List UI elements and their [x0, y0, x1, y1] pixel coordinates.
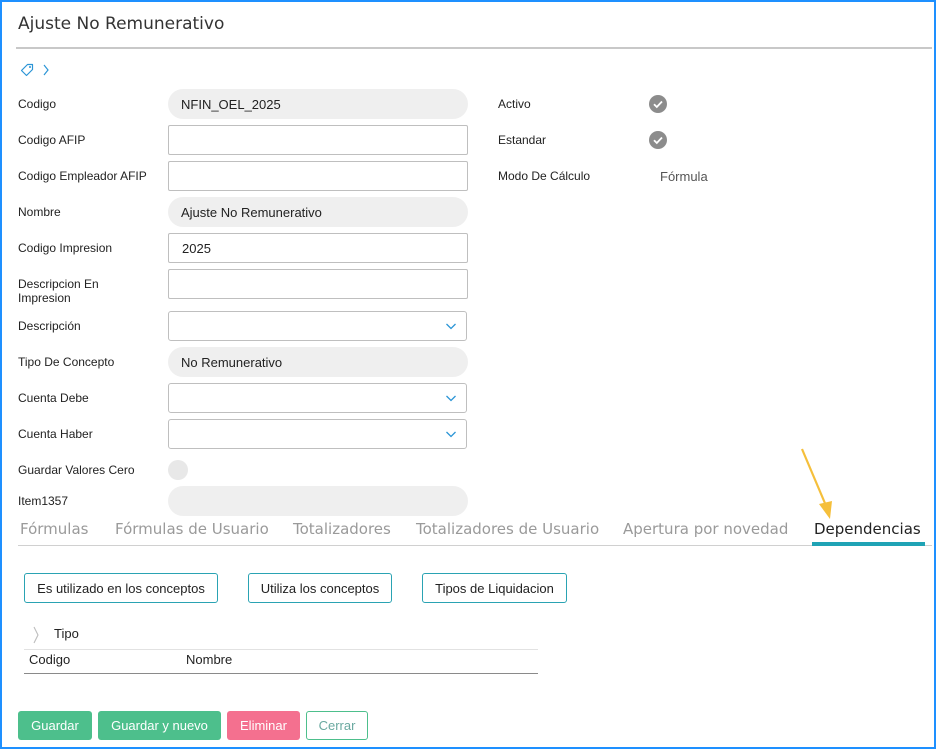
title-divider: [16, 47, 932, 49]
tab-totalizadores[interactable]: Totalizadores: [293, 520, 391, 538]
chevron-down-icon: [445, 320, 457, 332]
column-header-nombre[interactable]: Nombre: [186, 652, 232, 667]
item1357-field: [168, 486, 468, 516]
cuenta-debe-select[interactable]: [168, 383, 467, 413]
eliminar-button[interactable]: Eliminar: [227, 711, 300, 740]
tab-formulas[interactable]: Fórmulas: [20, 520, 88, 538]
nombre-field: Ajuste No Remunerativo: [168, 197, 468, 227]
label-nombre: Nombre: [18, 205, 61, 219]
tab-totalizadores-de-usuario[interactable]: Totalizadores de Usuario: [416, 520, 599, 538]
activo-check-icon: [649, 95, 667, 113]
label-codigo: Codigo: [18, 97, 57, 111]
guardar-valores-cero-toggle[interactable]: [168, 460, 188, 480]
label-codigo-afip: Codigo AFIP: [18, 133, 86, 147]
label-cuenta-debe: Cuenta Debe: [18, 391, 89, 405]
page-title: Ajuste No Remunerativo: [18, 14, 225, 34]
tab-dependencias[interactable]: Dependencias: [814, 520, 921, 538]
chevron-down-icon: [445, 392, 457, 404]
guardar-y-nuevo-button[interactable]: Guardar y nuevo: [98, 711, 221, 740]
tab-apertura-por-novedad[interactable]: Apertura por novedad: [623, 520, 788, 538]
chevron-right-icon[interactable]: [42, 63, 50, 82]
active-tab-indicator: [812, 542, 925, 546]
tipos-de-liquidacion-button[interactable]: Tipos de Liquidacion: [422, 573, 567, 603]
tab-divider: [18, 545, 932, 546]
tab-formulas-de-usuario[interactable]: Fórmulas de Usuario: [115, 520, 269, 538]
estandar-check-icon: [649, 131, 667, 149]
codigo-empleador-afip-input[interactable]: [168, 161, 468, 191]
table-header-underline: [24, 673, 538, 674]
column-header-codigo[interactable]: Codigo: [29, 652, 70, 667]
codigo-impresion-input[interactable]: 2025: [168, 233, 468, 263]
chevron-down-icon: [445, 428, 457, 440]
label-codigo-empleador-afip: Codigo Empleador AFIP: [18, 169, 147, 183]
label-tipo-de-concepto: Tipo De Concepto: [18, 355, 115, 369]
label-modo-de-calculo: Modo De Cálculo: [498, 169, 591, 183]
cuenta-haber-select[interactable]: [168, 419, 467, 449]
descripcion-en-impresion-input[interactable]: [168, 269, 468, 299]
modo-de-calculo-value: Fórmula: [660, 169, 708, 184]
codigo-afip-input[interactable]: [168, 125, 468, 155]
cerrar-button[interactable]: Cerrar: [306, 711, 368, 740]
label-descripcion-en-impresion: Descripcion En Impresion: [18, 277, 99, 305]
tag-icon[interactable]: [20, 63, 34, 82]
label-descripcion: Descripción: [18, 319, 81, 333]
group-label: Tipo: [54, 626, 79, 641]
label-cuenta-haber: Cuenta Haber: [18, 427, 93, 441]
label-item1357: Item1357: [18, 494, 69, 508]
group-chevron-icon[interactable]: [32, 626, 40, 649]
label-estandar: Estandar: [498, 133, 547, 147]
es-utilizado-button[interactable]: Es utilizado en los conceptos: [24, 573, 218, 603]
breadcrumb: [20, 63, 50, 82]
tipo-de-concepto-field: No Remunerativo: [168, 347, 468, 377]
codigo-field: NFIN_OEL_2025: [168, 89, 468, 119]
label-guardar-valores-cero: Guardar Valores Cero: [18, 463, 135, 477]
label-codigo-impresion: Codigo Impresion: [18, 241, 113, 255]
label-activo: Activo: [498, 97, 531, 111]
annotation-arrow-icon: [800, 448, 832, 519]
guardar-button[interactable]: Guardar: [18, 711, 92, 740]
table-divider: [24, 649, 538, 650]
window-frame: [0, 0, 936, 749]
utiliza-los-conceptos-button[interactable]: Utiliza los conceptos: [248, 573, 392, 603]
descripcion-select[interactable]: [168, 311, 467, 341]
